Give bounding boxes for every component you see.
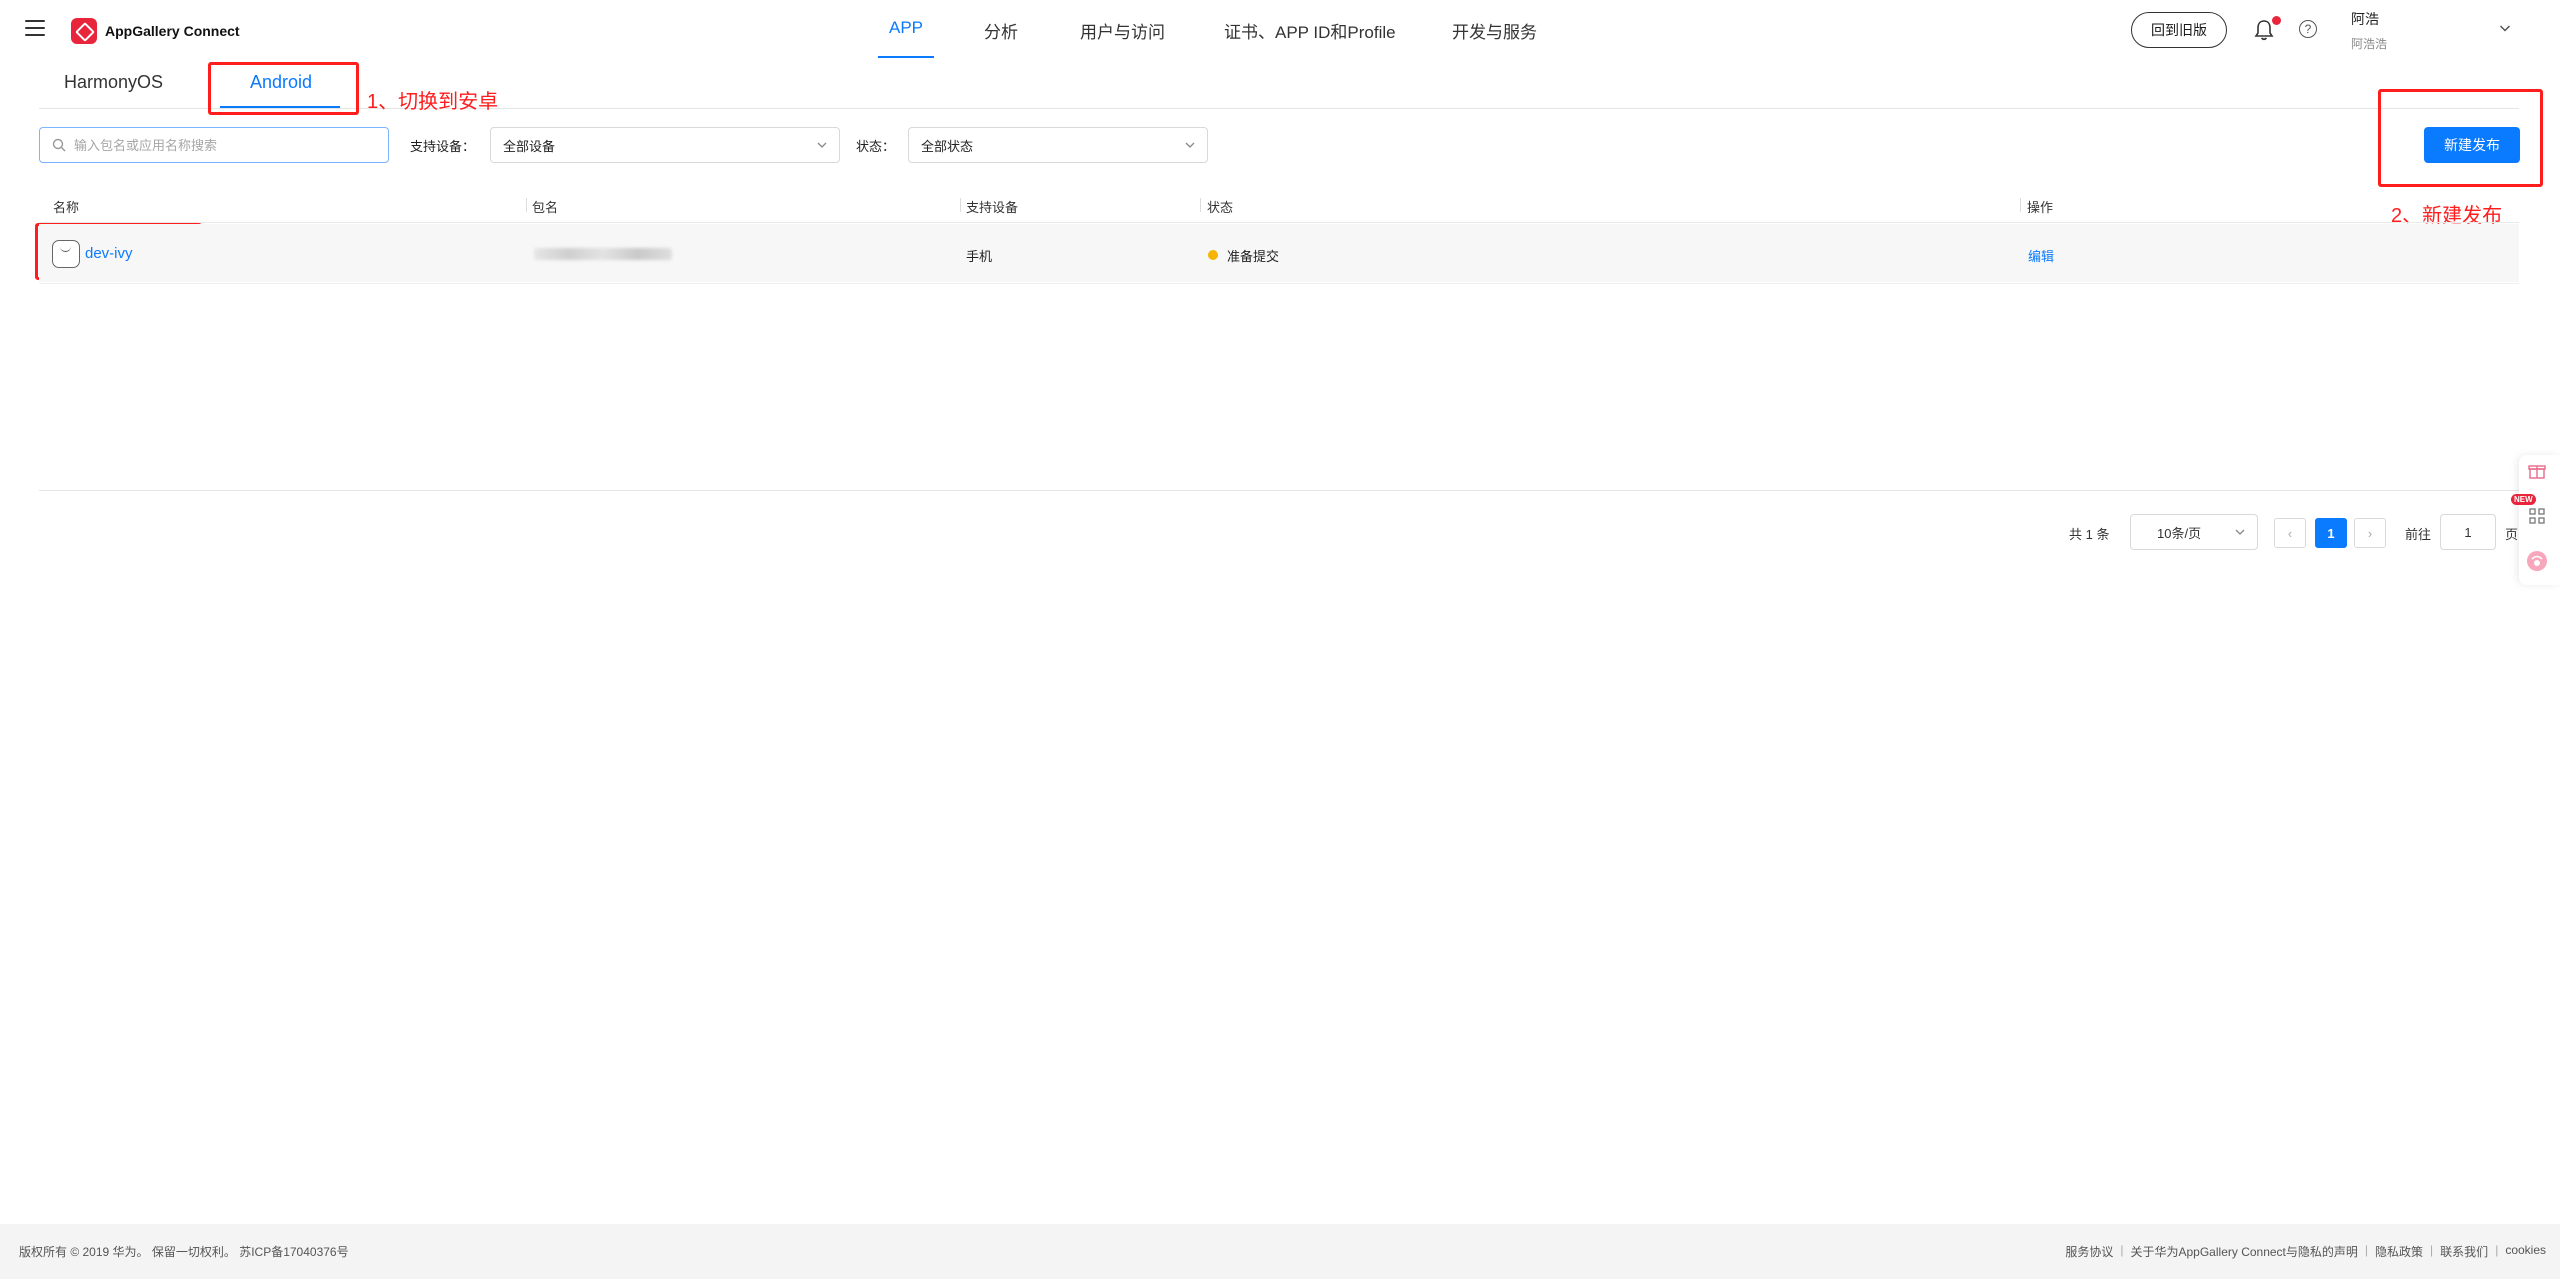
chevron-down-icon xyxy=(817,142,827,148)
row-divider xyxy=(39,283,2519,284)
brand-logo[interactable]: AppGallery Connect xyxy=(71,18,240,44)
status-select[interactable]: 全部状态 xyxy=(908,127,1208,163)
apps-grid-icon[interactable] xyxy=(2524,503,2550,529)
status-filter-label: 状态： xyxy=(856,139,896,154)
edit-link[interactable]: 编辑 xyxy=(2028,246,2054,265)
nav-item-dev-services[interactable]: 开发与服务 xyxy=(1452,18,1537,43)
tab-harmonyos[interactable]: HarmonyOS xyxy=(64,72,163,93)
gift-icon[interactable] xyxy=(2524,458,2550,484)
help-icon[interactable]: ? xyxy=(2299,20,2317,38)
chevron-down-icon xyxy=(1185,142,1195,148)
app-name-link[interactable]: dev-ivy xyxy=(85,245,133,262)
device-cell: 手机 xyxy=(966,249,993,264)
notification-dot xyxy=(2272,16,2281,25)
footer-separator: | xyxy=(2430,1243,2434,1257)
app-icon xyxy=(52,240,80,268)
nav-item-analytics[interactable]: 分析 xyxy=(984,18,1018,43)
status-dot-icon xyxy=(1208,250,1218,260)
appgallery-logo-icon xyxy=(71,18,97,44)
column-divider xyxy=(1200,198,1201,212)
copyright-text: 版权所有 © 2019 华为。 保留一切权利。 苏ICP备17040376号 xyxy=(19,1245,349,1259)
nav-item-app[interactable]: APP xyxy=(889,18,923,38)
nav-item-certificates[interactable]: 证书、APP ID和Profile xyxy=(1224,18,1396,43)
user-account: 阿浩浩 xyxy=(2351,37,2388,51)
column-header-package: 包名 xyxy=(532,200,559,215)
footer-link-contact[interactable]: 联系我们 xyxy=(2440,1243,2488,1260)
footer: 版权所有 © 2019 华为。 保留一切权利。 苏ICP备17040376号 服… xyxy=(0,1224,2560,1279)
search-icon xyxy=(52,138,66,152)
column-header-device: 支持设备 xyxy=(966,200,1019,215)
device-filter-label: 支持设备： xyxy=(410,139,476,154)
page-number-button[interactable]: 1 xyxy=(2315,518,2347,548)
menu-icon[interactable] xyxy=(25,20,45,36)
footer-link-privacy-policy[interactable]: 隐私政策 xyxy=(2375,1243,2423,1260)
top-header: AppGallery Connect APP 分析 用户与访问 证书、APP I… xyxy=(0,0,2560,60)
chevron-down-icon[interactable] xyxy=(2499,22,2511,34)
customer-service-icon[interactable] xyxy=(2524,548,2550,574)
device-select[interactable]: 全部设备 xyxy=(490,127,840,163)
search-input[interactable] xyxy=(74,137,374,153)
footer-link-cookies[interactable]: cookies xyxy=(2505,1243,2546,1260)
package-name-blurred xyxy=(534,248,672,260)
chevron-down-icon xyxy=(2235,529,2245,535)
column-header-status: 状态 xyxy=(1207,200,1234,215)
page-size-select[interactable]: 10条/页 xyxy=(2130,514,2258,550)
search-box[interactable] xyxy=(39,127,389,163)
footer-link-service-agreement[interactable]: 服务协议 xyxy=(2065,1243,2113,1260)
status-cell: 准备提交 xyxy=(1227,249,1280,264)
footer-separator: | xyxy=(2364,1243,2369,1257)
column-divider xyxy=(960,198,961,212)
annotation-box-android-tab xyxy=(208,62,359,115)
prev-page-button[interactable]: ‹ xyxy=(2274,518,2306,548)
column-divider xyxy=(2020,198,2021,212)
next-page-button[interactable]: › xyxy=(2354,518,2386,548)
footer-separator: | xyxy=(2120,1243,2124,1257)
column-header-name: 名称 xyxy=(53,200,80,215)
column-header-action: 操作 xyxy=(2027,200,2054,215)
footer-link-privacy-statement[interactable]: 关于华为AppGallery Connect与隐私的声明 xyxy=(2131,1243,2358,1260)
notification-bell-icon[interactable] xyxy=(2254,19,2274,41)
nav-active-indicator xyxy=(878,56,934,58)
goto-label: 前往 xyxy=(2405,527,2432,542)
goto-page-input[interactable] xyxy=(2440,514,2496,550)
brand-name: AppGallery Connect xyxy=(105,23,240,39)
device-select-value: 全部设备 xyxy=(503,138,556,154)
back-to-old-version-button[interactable]: 回到旧版 xyxy=(2131,12,2227,48)
table-bottom-line xyxy=(39,490,2519,491)
footer-separator: | xyxy=(2495,1243,2499,1257)
pagination-total: 共 1 条 xyxy=(2069,527,2110,542)
table-header-line xyxy=(39,222,2519,223)
new-release-button[interactable]: 新建发布 xyxy=(2424,127,2520,163)
column-divider xyxy=(526,198,527,212)
page-unit-label: 页 xyxy=(2505,527,2519,542)
footer-links: 服务协议 | 关于华为AppGallery Connect与隐私的声明 | 隐私… xyxy=(2065,1243,2546,1260)
page-size-value: 10条/页 xyxy=(2157,525,2202,541)
nav-item-users-access[interactable]: 用户与访问 xyxy=(1080,18,1165,43)
annotation-step1: 1、切换到安卓 xyxy=(367,91,499,113)
user-name[interactable]: 阿浩 xyxy=(2351,9,2379,29)
status-select-value: 全部状态 xyxy=(921,138,974,154)
